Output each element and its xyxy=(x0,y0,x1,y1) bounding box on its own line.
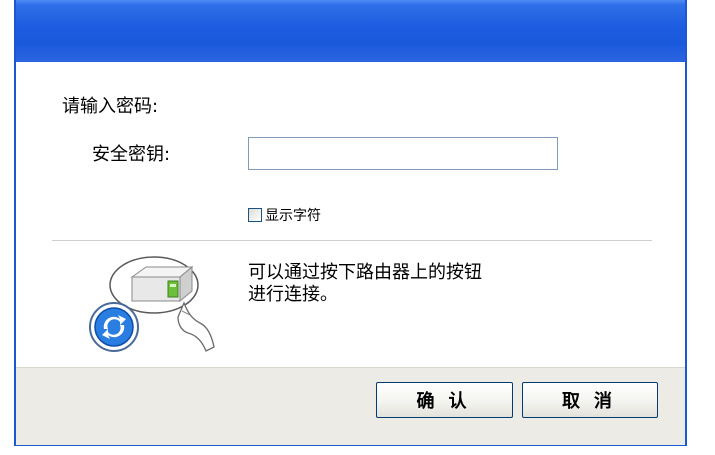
wps-router-push-button-icon xyxy=(89,256,215,352)
show-characters-label[interactable]: 显示字符 xyxy=(265,205,321,225)
section-divider xyxy=(52,240,652,242)
security-key-label: 安全密钥: xyxy=(92,144,171,165)
show-characters-option[interactable]: 显示字符 xyxy=(248,205,321,225)
security-key-input[interactable] xyxy=(248,137,558,170)
wps-instruction-text: 可以通过按下路由器上的按钮 进行连接。 xyxy=(248,262,608,306)
password-prompt: 请输入密码: xyxy=(62,96,159,117)
cancel-button[interactable]: 取消 xyxy=(522,382,658,418)
show-characters-checkbox[interactable] xyxy=(248,208,262,222)
title-bar[interactable] xyxy=(14,0,687,62)
wps-instruction-line-2: 进行连接。 xyxy=(248,284,338,305)
ok-button[interactable]: 确认 xyxy=(376,382,513,418)
window-border-right xyxy=(685,0,687,446)
dialog-window: 请输入密码: 安全密钥: 显示字符 可以通过按下路由器上的按钮 进行连接。 确认… xyxy=(0,0,715,455)
wps-instruction-line-1: 可以通过按下路由器上的按钮 xyxy=(248,262,482,283)
